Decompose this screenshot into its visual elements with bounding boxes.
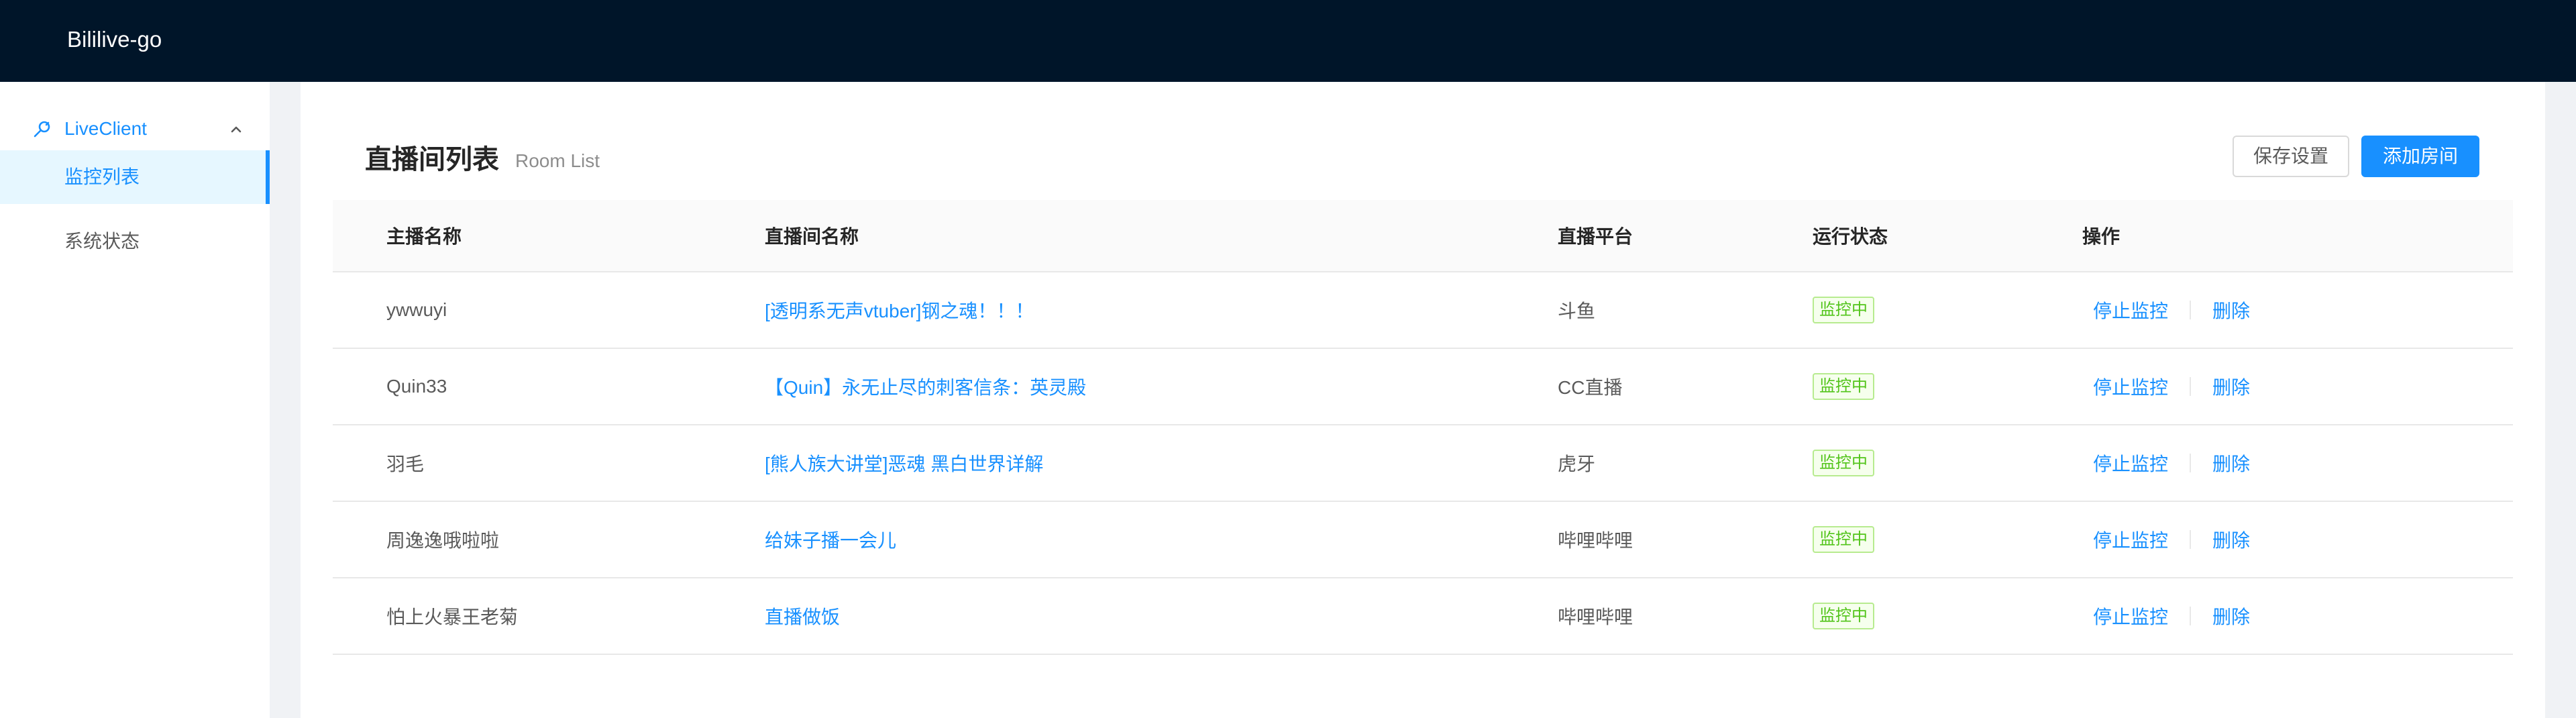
platform-name: 哔哩哔哩 — [1558, 530, 1633, 551]
room-name-link[interactable]: 【Quin】永无止尽的刺客信条：英灵殿 — [765, 373, 1086, 400]
add-room-button[interactable]: 添加房间 — [2361, 136, 2479, 177]
status-badge: 监控中 — [1813, 526, 1874, 553]
action-divider — [2190, 454, 2192, 472]
column-header-host: 主播名称 — [386, 226, 462, 247]
delete-link[interactable]: 删除 — [2212, 603, 2250, 629]
column-header-room: 直播间名称 — [765, 226, 859, 247]
stop-monitor-link[interactable]: 停止监控 — [2093, 450, 2168, 476]
sidebar-item-system-status[interactable]: 系统状态 — [0, 215, 270, 268]
delete-link[interactable]: 删除 — [2212, 373, 2250, 400]
table-row: 周逸逸哦啦啦 给妹子播一会儿 哔哩哔哩 监控中 停止监控 删除 — [333, 502, 2513, 578]
table-row: 怕上火暴王老菊 直播做饭 哔哩哔哩 监控中 停止监控 删除 — [333, 578, 2513, 655]
platform-name: 哔哩哔哩 — [1558, 607, 1633, 627]
room-name-link[interactable]: [熊人族大讲堂]恶魂 黑白世界详解 — [765, 450, 1043, 476]
delete-link[interactable]: 删除 — [2212, 526, 2250, 553]
table-row: Quin33 【Quin】永无止尽的刺客信条：英灵殿 CC直播 监控中 停止监控… — [333, 349, 2513, 425]
column-header-platform: 直播平台 — [1558, 226, 1633, 247]
page-header: 直播间列表 Room List 保存设置 添加房间 — [301, 82, 2545, 196]
status-badge: 监控中 — [1813, 297, 1874, 323]
room-table: 主播名称 直播间名称 直播平台 运行状态 操作 ywwuyi [透明系无声vtu… — [333, 200, 2513, 655]
column-header-actions: 操作 — [2082, 226, 2121, 247]
chevron-up-icon — [228, 121, 244, 137]
sidebar-item-monitor-list[interactable]: 监控列表 — [0, 150, 270, 204]
delete-link[interactable]: 删除 — [2212, 297, 2250, 323]
status-badge: 监控中 — [1813, 373, 1874, 400]
host-name: Quin33 — [386, 376, 447, 397]
platform-name: CC直播 — [1558, 377, 1623, 398]
stop-monitor-link[interactable]: 停止监控 — [2093, 603, 2168, 629]
action-divider — [2190, 377, 2192, 396]
save-settings-button[interactable]: 保存设置 — [2233, 136, 2349, 177]
table-header: 主播名称 直播间名称 直播平台 运行状态 操作 — [333, 200, 2513, 272]
table-row: ywwuyi [透明系无声vtuber]钢之魂！！！ 斗鱼 监控中 停止监控 删… — [333, 272, 2513, 349]
action-divider — [2190, 301, 2192, 319]
delete-link[interactable]: 删除 — [2212, 450, 2250, 476]
host-name: 羽毛 — [386, 454, 425, 474]
stop-monitor-link[interactable]: 停止监控 — [2093, 526, 2168, 553]
host-name: 周逸逸哦啦啦 — [386, 530, 500, 551]
action-divider — [2190, 530, 2192, 549]
room-name-link[interactable]: [透明系无声vtuber]钢之魂！！！ — [765, 297, 1034, 323]
api-icon — [32, 119, 52, 139]
action-divider — [2190, 607, 2192, 625]
status-badge: 监控中 — [1813, 450, 1874, 476]
room-name-link[interactable]: 直播做饭 — [765, 603, 840, 629]
host-name: 怕上火暴王老菊 — [386, 607, 519, 627]
page-subtitle: Room List — [515, 150, 600, 171]
column-header-status: 运行状态 — [1813, 226, 1888, 247]
app-title: Bililive-go — [67, 27, 162, 52]
platform-name: 斗鱼 — [1558, 301, 1596, 321]
sidebar: LiveClient 监控列表 系统状态 — [0, 82, 270, 718]
platform-name: 虎牙 — [1558, 454, 1596, 474]
status-badge: 监控中 — [1813, 603, 1874, 629]
stop-monitor-link[interactable]: 停止监控 — [2093, 373, 2168, 400]
page-title: 直播间列表 — [365, 145, 499, 174]
host-name: ywwuyi — [386, 299, 447, 320]
main-content: 直播间列表 Room List 保存设置 添加房间 主播名称 直播间名称 直播平… — [301, 82, 2545, 718]
top-header: Bililive-go — [0, 0, 2576, 82]
room-name-link[interactable]: 给妹子播一会儿 — [765, 526, 896, 553]
table-row: 羽毛 [熊人族大讲堂]恶魂 黑白世界详解 虎牙 监控中 停止监控 删除 — [333, 425, 2513, 502]
stop-monitor-link[interactable]: 停止监控 — [2093, 297, 2168, 323]
